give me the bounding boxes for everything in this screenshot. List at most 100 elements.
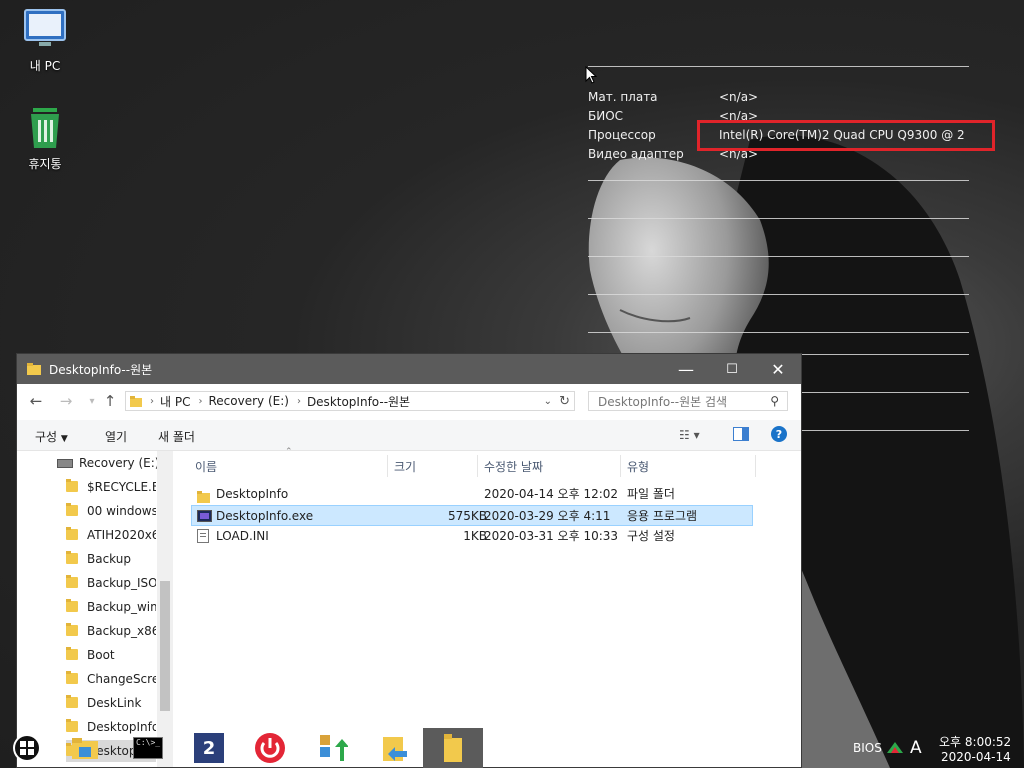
organize-label: 구성 xyxy=(35,430,58,444)
file-row[interactable]: DesktopInfo 2020-04-14 오후 12:02 파일 폴더 xyxy=(191,484,753,505)
open-button[interactable]: 열기 xyxy=(105,428,127,445)
search-icon[interactable]: ⚲ xyxy=(770,394,779,408)
taskbar-app-2[interactable]: 2 xyxy=(179,728,239,768)
clock-date[interactable]: 2020-04-14 xyxy=(941,750,1011,764)
folder-icon xyxy=(72,738,98,759)
preview-pane-icon[interactable] xyxy=(733,427,749,444)
network-icon[interactable] xyxy=(886,740,904,754)
scrollbar-thumb[interactable] xyxy=(160,581,170,711)
folder-icon xyxy=(66,527,78,540)
nav-item-folder[interactable]: Backup_x86 xyxy=(66,620,156,642)
view-options-icon[interactable]: ☷ ▾ xyxy=(679,428,700,442)
column-header-size[interactable]: 크기 xyxy=(394,454,416,480)
start-button[interactable] xyxy=(0,728,54,768)
column-separator[interactable] xyxy=(387,455,388,477)
nav-item-folder[interactable]: Backup_wim xyxy=(66,596,156,618)
nav-item-label: ChangeScreen xyxy=(87,672,156,686)
chevron-down-icon[interactable]: ⌄ xyxy=(544,396,552,407)
search-input[interactable]: DesktopInfo--원본 검색 ⚲ xyxy=(588,391,788,411)
tray-bios-label[interactable]: BIOS xyxy=(853,741,882,755)
up-arrow-icon[interactable]: ↑ xyxy=(99,390,121,412)
nav-item-label: ATIH2020x64 xyxy=(87,528,156,542)
back-arrow-icon[interactable]: ← xyxy=(25,390,47,412)
nav-item-label: Boot xyxy=(87,648,115,662)
nav-item-folder[interactable]: Boot xyxy=(66,644,156,666)
taskbar-explorer-active[interactable] xyxy=(423,728,483,768)
file-name: DesktopInfo xyxy=(216,487,289,501)
file-size: 1KB xyxy=(463,529,487,543)
nav-item-folder[interactable]: Backup_ISO xyxy=(66,572,156,594)
nav-item-label: Backup_x86 xyxy=(87,624,156,638)
folder-icon xyxy=(66,551,78,564)
forward-arrow-icon[interactable]: → xyxy=(55,390,77,412)
nav-item-folder[interactable]: 00 windows xyxy=(66,500,156,522)
nav-item-folder[interactable]: ChangeScreen xyxy=(66,668,156,690)
address-bar[interactable]: › 내 PC › Recovery (E:) › DesktopInfo--원본… xyxy=(125,391,575,411)
nav-item-label: Backup xyxy=(87,552,131,566)
help-icon[interactable]: ? xyxy=(770,425,788,446)
folder-icon xyxy=(66,671,78,684)
divider xyxy=(588,180,969,181)
nav-item-folder[interactable]: DeskLink xyxy=(66,692,156,714)
nav-item-folder[interactable]: $RECYCLE.BIN xyxy=(66,476,156,498)
divider xyxy=(588,294,969,295)
file-name: DesktopInfo.exe xyxy=(216,509,314,523)
organize-button[interactable]: 구성 ▼ xyxy=(35,428,68,445)
file-type: 구성 설정 xyxy=(627,529,675,543)
command-bar: 구성 ▼ 열기 새 폴더 ☷ ▾ ? xyxy=(17,420,801,451)
desktop-icon-recycle-bin[interactable]: 휴지통 xyxy=(10,106,80,172)
divider xyxy=(588,332,969,333)
chevron-right-icon[interactable]: › xyxy=(297,396,301,407)
title-bar[interactable]: DesktopInfo--원본 — ☐ ✕ xyxy=(17,354,801,384)
file-modified: 2020-03-31 오후 10:33 xyxy=(484,529,619,543)
column-separator[interactable] xyxy=(477,455,478,477)
nav-item-label: 00 windows xyxy=(87,504,156,518)
new-folder-button[interactable]: 새 폴더 xyxy=(158,428,195,445)
column-header-name[interactable]: 이름 xyxy=(195,454,217,480)
sort-up-icon: ⌃ xyxy=(285,447,293,457)
minimize-button[interactable]: — xyxy=(663,354,709,384)
close-button[interactable]: ✕ xyxy=(755,354,801,384)
clock-time[interactable]: 오후 8:00:52 xyxy=(939,733,1011,750)
svg-text:?: ? xyxy=(776,428,782,441)
column-separator[interactable] xyxy=(620,455,621,477)
windows-logo-icon xyxy=(13,734,41,762)
column-header-modified[interactable]: 수정한 날짜 xyxy=(484,454,543,480)
nav-item-drive[interactable]: Recovery (E:) xyxy=(57,452,157,474)
chevron-down-icon: ▼ xyxy=(60,434,68,444)
taskbar-power[interactable] xyxy=(240,728,300,768)
nav-item-label: $RECYCLE.BIN xyxy=(87,480,156,494)
folder-icon xyxy=(66,479,78,492)
nav-scrollbar[interactable] xyxy=(157,451,173,767)
column-separator[interactable] xyxy=(755,455,756,477)
desktop-icon-this-pc[interactable]: 내 PC xyxy=(10,8,80,74)
ime-indicator[interactable]: A xyxy=(910,738,922,758)
breadcrumb-item[interactable]: Recovery (E:) xyxy=(208,394,288,408)
file-row[interactable]: LOAD.INI 1KB 2020-03-31 오후 10:33 구성 설정 xyxy=(191,526,753,547)
nav-item-folder[interactable]: ATIH2020x64 xyxy=(66,524,156,546)
file-row-selected[interactable]: DesktopInfo.exe 575KB 2020-03-29 오후 4:11… xyxy=(191,505,753,526)
taskbar-explorer-pinned[interactable] xyxy=(56,728,114,768)
chevron-right-icon[interactable]: › xyxy=(198,396,202,407)
monitor-icon xyxy=(24,9,66,46)
maximize-button[interactable]: ☐ xyxy=(709,354,755,384)
power-icon xyxy=(255,733,285,763)
nav-item-folder[interactable]: Backup xyxy=(66,548,156,570)
taskbar-app-arrow-up[interactable] xyxy=(303,728,363,768)
taskbar-app-folder-arrow[interactable] xyxy=(364,728,424,768)
taskbar-cmd[interactable]: C:\>_ xyxy=(118,728,178,768)
folder-icon xyxy=(66,575,78,588)
nav-item-label: Backup_ISO xyxy=(87,576,156,590)
explorer-window[interactable]: DesktopInfo--원본 — ☐ ✕ ← → ▾ ↑ › 내 PC › R… xyxy=(16,353,802,768)
folder-icon xyxy=(66,503,78,516)
file-type: 응용 프로그램 xyxy=(627,509,698,523)
file-modified: 2020-04-14 오후 12:02 xyxy=(484,487,619,501)
column-header-type[interactable]: 유형 xyxy=(627,454,649,480)
breadcrumb-item[interactable]: 내 PC xyxy=(160,393,190,410)
folder-icon xyxy=(27,363,41,375)
refresh-icon[interactable]: ↻ xyxy=(559,394,570,409)
recycle-bin-icon xyxy=(31,108,59,148)
drive-icon xyxy=(57,459,73,468)
folder-icon xyxy=(66,623,78,636)
breadcrumb-item[interactable]: DesktopInfo--원본 xyxy=(307,393,410,410)
